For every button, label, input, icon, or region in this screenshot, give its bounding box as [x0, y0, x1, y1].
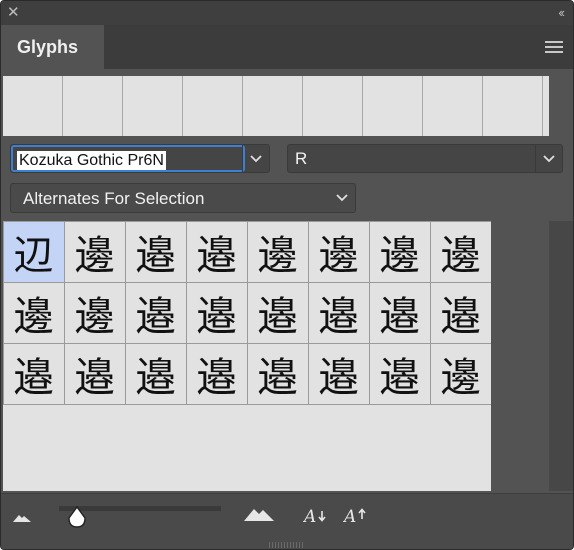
resize-grip[interactable]: [269, 542, 303, 548]
glyph-cell[interactable]: 辺: [2, 220, 65, 283]
close-icon[interactable]: ✕: [7, 3, 20, 23]
recent-glyph-cell[interactable]: [423, 76, 483, 136]
font-style-dropdown[interactable]: R: [287, 144, 563, 173]
font-family-value: Kozuka Gothic Pr6N: [17, 151, 166, 170]
glyph-cell[interactable]: 邉: [124, 342, 187, 405]
recent-glyph-cell[interactable]: [243, 76, 303, 136]
show-filter-value: Alternates For Selection: [23, 189, 205, 208]
glyph-cell[interactable]: 邊: [429, 220, 492, 283]
tab-glyphs[interactable]: Glyphs: [1, 25, 104, 69]
small-mountain-icon[interactable]: [13, 514, 31, 522]
vertical-scrollbar[interactable]: [549, 221, 573, 491]
glyph-cell[interactable]: 邉: [307, 342, 370, 405]
glyph-cell[interactable]: 邉: [2, 342, 65, 405]
glyph-cell[interactable]: 邉: [246, 342, 309, 405]
glyph-grid-scroll-area[interactable]: [491, 221, 549, 491]
recent-glyph-cell[interactable]: [3, 76, 63, 136]
glyph-cell[interactable]: 邊: [307, 220, 370, 283]
recent-glyph-cell[interactable]: [63, 76, 123, 136]
collapse-icon[interactable]: ‹‹: [558, 3, 565, 23]
glyph-grid-area: 辺邊邉邉邊邊邊邊邊邊邉邉邉邉邉邉邉邉邉邉邉邉邉邊: [2, 220, 492, 491]
glyph-cell[interactable]: 邉: [368, 281, 431, 344]
font-size-decrease-icon[interactable]: A: [303, 505, 329, 527]
chevron-down-icon[interactable]: [329, 184, 355, 212]
glyph-cell[interactable]: 邉: [124, 281, 187, 344]
glyph-cell[interactable]: 邉: [246, 281, 309, 344]
glyph-cell[interactable]: 邉: [368, 342, 431, 405]
recent-glyph-cell[interactable]: [303, 76, 363, 136]
glyph-cell[interactable]: 邉: [124, 220, 187, 283]
bottom-toolbar: A A: [1, 493, 573, 549]
show-filter-dropdown[interactable]: Alternates For Selection: [10, 183, 356, 213]
glyphs-panel: ✕ ‹‹ Glyphs Kozuka Gothic Pr6N R Alterna…: [0, 0, 574, 550]
recently-used-glyphs: [3, 76, 549, 136]
glyph-cell[interactable]: 邊: [63, 281, 126, 344]
glyph-cell[interactable]: 邊: [63, 220, 126, 283]
chevron-down-icon[interactable]: [242, 145, 269, 172]
glyph-cell[interactable]: 邉: [185, 281, 248, 344]
recent-glyph-cell[interactable]: [483, 76, 543, 136]
glyph-grid: 辺邊邉邉邊邊邊邊邊邊邉邉邉邉邉邉邉邉邉邉邉邉邉邊: [2, 220, 492, 405]
glyph-cell[interactable]: 邉: [185, 220, 248, 283]
panel-title-bar[interactable]: ✕ ‹‹: [1, 1, 573, 25]
recent-glyph-cell[interactable]: [183, 76, 243, 136]
font-size-increase-icon[interactable]: A: [343, 505, 369, 527]
glyph-cell[interactable]: 邉: [429, 281, 492, 344]
glyph-cell[interactable]: 邉: [185, 342, 248, 405]
svg-text:A: A: [343, 507, 356, 527]
glyph-cell[interactable]: 邊: [2, 281, 65, 344]
glyph-cell[interactable]: 邊: [368, 220, 431, 283]
recent-glyph-cell[interactable]: [123, 76, 183, 136]
large-mountain-icon[interactable]: [244, 507, 274, 521]
recent-glyph-cell[interactable]: [363, 76, 423, 136]
glyph-cell[interactable]: 邉: [307, 281, 370, 344]
font-family-dropdown[interactable]: Kozuka Gothic Pr6N: [10, 144, 270, 173]
glyph-cell[interactable]: 邉: [63, 342, 126, 405]
font-family-input[interactable]: Kozuka Gothic Pr6N: [11, 145, 245, 172]
tab-strip: Glyphs: [1, 25, 573, 69]
glyph-cell[interactable]: 邊: [246, 220, 309, 283]
font-style-value: R: [295, 149, 308, 168]
svg-text:A: A: [303, 507, 316, 527]
glyph-cell[interactable]: 邊: [429, 342, 492, 405]
chevron-down-icon[interactable]: [535, 145, 562, 172]
zoom-slider-handle[interactable]: [67, 506, 87, 528]
hamburger-menu-icon[interactable]: [545, 41, 563, 53]
